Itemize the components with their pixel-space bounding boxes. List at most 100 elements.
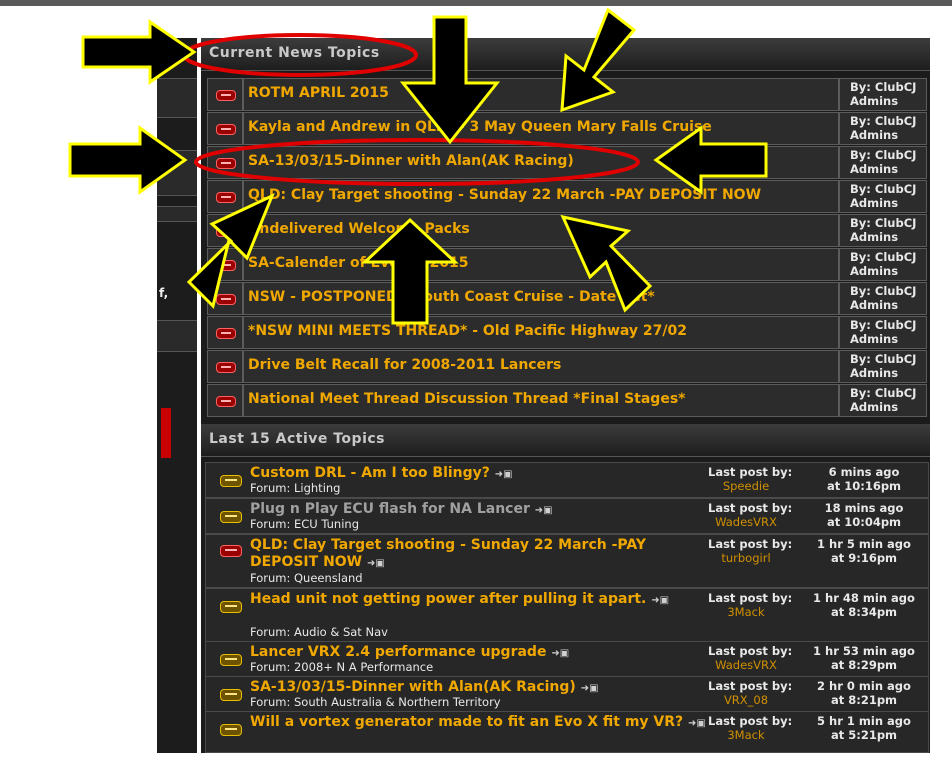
news-author: By: ClubCJ Admins (850, 352, 917, 380)
topic-status-icon (220, 654, 242, 666)
news-topic-link[interactable]: QLD: Clay Target shooting - Sunday 22 Ma… (248, 187, 761, 203)
news-icon-cell (207, 316, 243, 349)
main-panel: Current News Topics ROTM APRIL 2015 By: C… (201, 38, 930, 753)
sidebar-block[interactable] (157, 320, 197, 352)
news-topic-link[interactable]: NSW - POSTPONED - South Coast Cruise - D… (248, 289, 655, 305)
news-title-cell: SA-13/03/15-Dinner with Alan(AK Racing) (243, 146, 839, 179)
last-post-label: Last post by: (708, 537, 793, 551)
news-by-cell: By: ClubCJ Admins (839, 180, 927, 213)
topic-forum[interactable]: Forum: Audio & Sat Nav (250, 625, 388, 639)
goto-last-post-icon[interactable]: ➜▣ (551, 648, 569, 659)
news-author: By: ClubCJ Admins (850, 318, 917, 346)
news-by-cell: By: ClubCJ Admins (839, 248, 927, 281)
news-author: By: ClubCJ Admins (850, 284, 917, 312)
news-by-cell: By: ClubCJ Admins (839, 384, 927, 417)
news-title-cell: *NSW MINI MEETS THREAD* - Old Pacific Hi… (243, 316, 839, 349)
topic-status-icon (216, 192, 236, 203)
news-icon-cell (207, 350, 243, 383)
news-topic-row: SA-Calender of Events-2015 By: ClubCJ Adm… (207, 248, 927, 281)
news-icon-cell (207, 78, 243, 111)
news-topic-link[interactable]: ROTM APRIL 2015 (248, 85, 389, 101)
last-post-user[interactable]: WadesVRX (708, 658, 784, 672)
active-topic-row: Head unit not getting power after pullin… (205, 588, 929, 642)
news-author: By: ClubCJ Admins (850, 182, 917, 210)
active-topic-row: Plug n Play ECU flash for NA Lancer ➜▣ Fo… (205, 498, 929, 534)
active-topic-row: SA-13/03/15-Dinner with Alan(AK Racing) … (205, 676, 929, 712)
topic-forum[interactable]: Forum: Lighting (250, 481, 340, 495)
news-topic-row: Drive Belt Recall for 2008-2011 Lancers B… (207, 350, 927, 383)
news-topic-link[interactable]: Undelivered Welcome Packs (248, 221, 470, 237)
topic-status-icon (220, 545, 242, 557)
news-by-cell: By: ClubCJ Admins (839, 112, 927, 145)
topic-status-icon (216, 362, 236, 373)
news-topic-link[interactable]: National Meet Thread Discussion Thread *… (248, 391, 685, 407)
last-post-user[interactable]: turbogirl (708, 551, 784, 565)
last-post-label: Last post by: (708, 644, 793, 658)
goto-last-post-icon[interactable]: ➜▣ (651, 595, 669, 606)
active-section-header: Last 15 Active Topics (201, 424, 930, 457)
active-topic-row: Custom DRL - Am I too Blingy? ➜▣ Forum: L… (205, 462, 929, 498)
window-top-bar (0, 0, 952, 6)
news-topic-link[interactable]: Drive Belt Recall for 2008-2011 Lancers (248, 357, 561, 373)
goto-last-post-icon[interactable]: ➜▣ (688, 718, 706, 729)
news-title-cell: Kayla and Andrew in QLD! - 3 May Queen M… (243, 112, 839, 145)
news-title-cell: Undelivered Welcome Packs (243, 214, 839, 247)
news-by-cell: By: ClubCJ Admins (839, 282, 927, 315)
last-post-time: 1 hr 5 min ago at 9:16pm (817, 537, 911, 565)
last-post-user[interactable]: WadesVRX (708, 515, 784, 529)
news-topic-link[interactable]: *NSW MINI MEETS THREAD* - Old Pacific Hi… (248, 323, 687, 339)
topic-status-icon (216, 328, 236, 339)
topic-status-icon (216, 226, 236, 237)
topic-status-icon (216, 396, 236, 407)
news-icon-cell (207, 180, 243, 213)
last-post-time: 1 hr 53 min ago at 8:29pm (813, 644, 915, 672)
topic-status-icon (220, 511, 242, 523)
active-topic-link[interactable]: QLD: Clay Target shooting - Sunday 22 Ma… (250, 537, 710, 572)
news-section-title: Current News Topics (209, 45, 380, 61)
news-by-cell: By: ClubCJ Admins (839, 316, 927, 349)
news-topic-link[interactable]: SA-Calender of Events-2015 (248, 255, 469, 271)
news-author: By: ClubCJ Admins (850, 386, 917, 414)
news-title-cell: Drive Belt Recall for 2008-2011 Lancers (243, 350, 839, 383)
goto-last-post-icon[interactable]: ➜▣ (535, 505, 553, 516)
active-topic-row: Will a vortex generator made to fit an E… (205, 711, 929, 753)
sidebar-block[interactable] (157, 206, 197, 222)
news-icon-cell (207, 146, 243, 179)
last-post-user[interactable]: 3Mack (708, 605, 784, 619)
active-section-title: Last 15 Active Topics (209, 431, 386, 447)
topic-forum[interactable]: Forum: South Australia & Northern Territ… (250, 695, 501, 709)
active-topic-row: QLD: Clay Target shooting - Sunday 22 Ma… (205, 534, 929, 588)
topic-status-icon (216, 260, 236, 271)
topic-forum[interactable]: Forum: Queensland (250, 571, 363, 585)
last-post-label: Last post by: (708, 465, 793, 479)
news-topic-row: QLD: Clay Target shooting - Sunday 22 Ma… (207, 180, 927, 213)
active-topic-link[interactable]: Will a vortex generator made to fit an E… (250, 714, 710, 732)
news-topic-link[interactable]: SA-13/03/15-Dinner with Alan(AK Racing) (248, 153, 574, 169)
topic-forum[interactable]: Forum: 2008+ N A Performance (250, 660, 433, 674)
goto-last-post-icon[interactable]: ➜▣ (581, 683, 599, 694)
news-title-cell: ROTM APRIL 2015 (243, 78, 839, 111)
left-sidebar: f, (157, 38, 197, 753)
news-section-header: Current News Topics (201, 38, 930, 71)
sidebar-block[interactable] (157, 150, 197, 196)
topic-status-icon (220, 601, 242, 613)
topic-status-icon (220, 724, 242, 736)
last-post-time: 2 hr 0 min ago at 8:21pm (817, 679, 911, 707)
news-title-cell: QLD: Clay Target shooting - Sunday 22 Ma… (243, 180, 839, 213)
goto-last-post-icon[interactable]: ➜▣ (367, 558, 385, 569)
news-topic-link[interactable]: Kayla and Andrew in QLD! - 3 May Queen M… (248, 119, 712, 135)
active-topic-row: Lancer VRX 2.4 performance upgrade ➜▣ For… (205, 641, 929, 677)
news-topic-row: Kayla and Andrew in QLD! - 3 May Queen M… (207, 112, 927, 145)
news-author: By: ClubCJ Admins (850, 114, 917, 142)
last-post-user[interactable]: Speedie (708, 479, 784, 493)
sidebar-red-graphic (161, 408, 171, 458)
topic-forum[interactable]: Forum: ECU Tuning (250, 517, 359, 531)
sidebar-block[interactable] (157, 78, 197, 118)
goto-last-post-icon[interactable]: ➜▣ (495, 469, 513, 480)
news-author: By: ClubCJ Admins (850, 80, 917, 108)
last-post-user[interactable]: VRX_08 (708, 693, 784, 707)
news-author: By: ClubCJ Admins (850, 148, 917, 176)
news-author: By: ClubCJ Admins (850, 216, 917, 244)
last-post-user[interactable]: 3Mack (708, 728, 784, 742)
active-topic-link[interactable]: Head unit not getting power after pullin… (250, 591, 710, 609)
